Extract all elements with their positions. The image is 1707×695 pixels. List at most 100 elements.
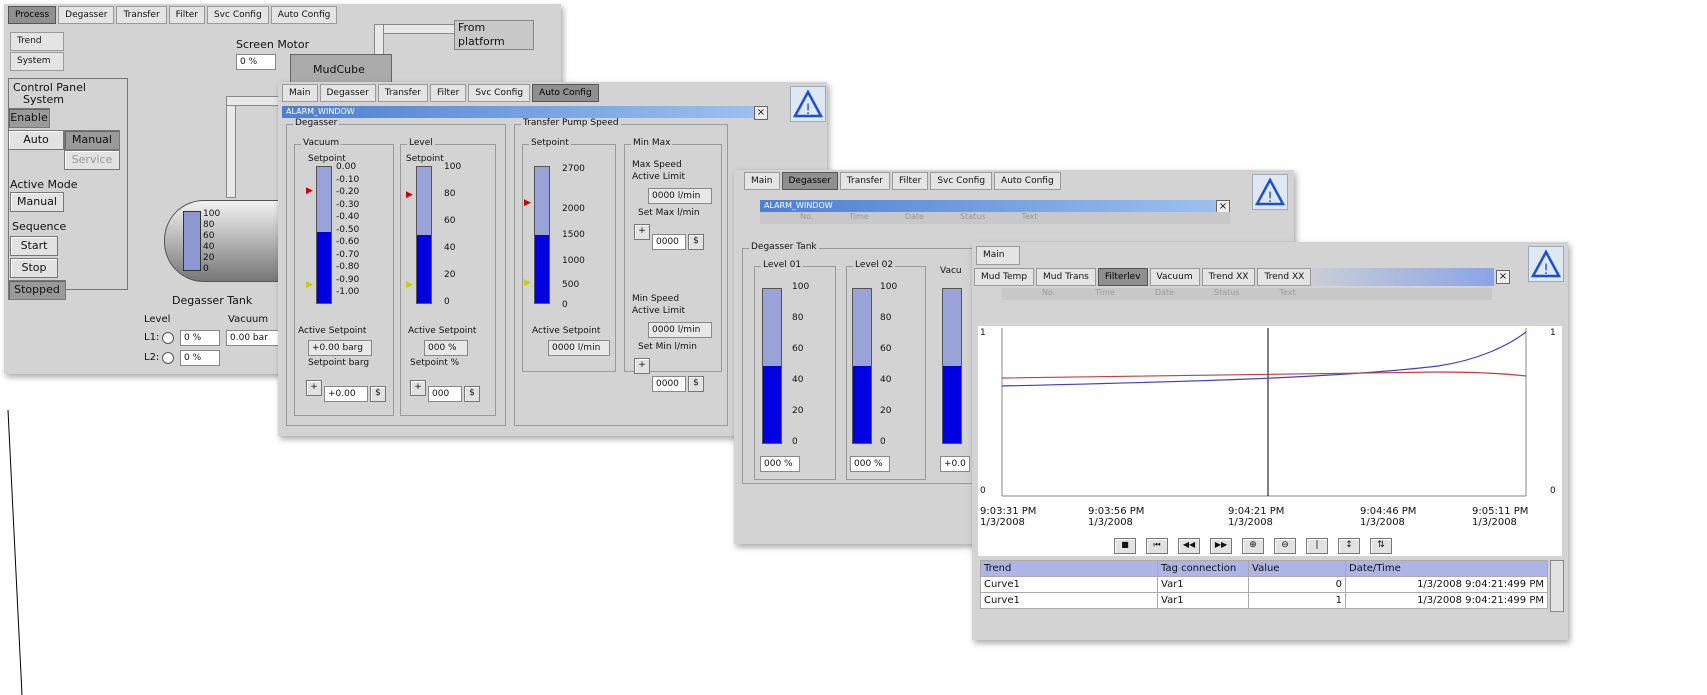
table-row[interactable]: Curve1 Var1 0 1/3/2008 9:04:21:499 PM [980,576,1548,593]
table-cell: Curve1 [980,592,1158,609]
stop-icon[interactable]: ■ [1114,538,1136,554]
tab-svc-config[interactable]: Svc Config [930,172,993,190]
vacuum-active-setpoint-label: Active Setpoint [298,326,367,336]
vacuum-marker-icon: ▶ [306,186,313,196]
start-button[interactable]: Start [10,236,58,256]
close-icon[interactable]: × [1496,270,1510,284]
tab-degasser[interactable]: Degasser [781,172,838,190]
alarm-window-banner: ALARM_WINDOW [760,200,1218,212]
level-unit-button[interactable]: $ [464,386,480,402]
level-active-setpoint-label: Active Setpoint [408,326,477,336]
service-button[interactable]: Service [64,150,120,170]
vacuum-label: Vacuum [228,314,269,325]
zoom-in-icon[interactable]: ⊕ [1242,538,1264,554]
table-cell: Var1 [1157,592,1249,609]
tab-filterlev[interactable]: Filterlev [1097,268,1148,286]
warning-icon[interactable]: ! [790,86,826,122]
tab-main[interactable]: Main [282,84,318,102]
curve-red-line [1001,371,1527,379]
vacuum-setpoint-input[interactable]: +0.00 [324,386,368,402]
max-speed-input[interactable]: 0000 [652,234,686,250]
max-spin-up-button[interactable]: + [634,224,650,240]
forward-icon[interactable]: ▶▶ [1210,538,1232,554]
time-tick-date: 1/3/2008 [1472,517,1517,528]
vacuum-value: 0.00 bar [226,330,282,346]
tab-filter[interactable]: Filter [892,172,929,190]
zoom-out-icon[interactable]: ⊖ [1274,538,1296,554]
l2-value: 0 % [180,350,220,366]
level-setpoint-input[interactable]: 000 [428,386,462,402]
vacuum-unit-button[interactable]: $ [370,386,386,402]
enable-button[interactable]: Enable [8,108,50,128]
vacuum-partial-value: +0.0 [940,456,970,472]
tab-degasser[interactable]: Degasser [58,6,115,24]
tab-process[interactable]: Process [8,6,57,24]
max-active-limit-value: 0000 l/min [648,188,712,204]
level-group: Level [400,138,496,416]
tab-svc-config[interactable]: Svc Config [206,6,269,24]
tab-main[interactable]: Main [744,172,780,190]
max-unit-button[interactable]: $ [688,234,704,250]
min-unit-button[interactable]: $ [688,376,704,392]
vacuum-spin-up-button[interactable]: + [306,380,322,396]
table-scrollbar[interactable] [1550,560,1564,612]
time-axis: 9:03:31 PM 1/3/2008 9:03:56 PM 1/3/2008 … [978,506,1562,536]
tab-main[interactable]: Main [976,246,1020,265]
level-setpoint-label: Setpoint [406,154,444,164]
screen-motor-label: Screen Motor [236,38,310,51]
tab-mud-temp[interactable]: Mud Temp [974,268,1035,286]
tab-auto-config[interactable]: Auto Config [270,6,338,24]
auto-button[interactable]: Auto [8,130,64,150]
vacuum-tick: -0.20 [336,187,360,197]
table-header: Value [1248,560,1346,577]
pipe-top [374,24,456,34]
tab-filter[interactable]: Filter [168,6,205,24]
table-row[interactable]: Curve1 Var1 1 1/3/2008 9:04:21:499 PM [980,592,1548,609]
tab-vacuum[interactable]: Vacuum [1149,268,1200,286]
tab-degasser[interactable]: Degasser [319,84,376,102]
vacuum-tick: -0.30 [336,199,360,210]
vacuum-partial-title: Vacu [940,266,962,276]
manual-button[interactable]: Manual [64,130,120,150]
table-header-row: Trend Tag connection Value Date/Time [980,560,1548,577]
tab-trend-xx[interactable]: Trend XX [1257,268,1312,286]
axis-icon[interactable]: ⇅ [1370,538,1392,554]
close-icon[interactable]: × [754,106,768,120]
tab-auto-config[interactable]: Auto Config [532,84,599,102]
tab-svc-config[interactable]: Svc Config [468,84,531,102]
rewind-icon[interactable]: ◀◀ [1178,538,1200,554]
table-cell: 0 [1248,576,1346,593]
setpoint-tabbar: Main Degasser Transfer Filter Svc Config… [278,82,827,104]
min-active-limit-value: 0000 l/min [648,322,712,338]
time-tick-time: 9:04:21 PM [1228,506,1285,517]
cursor-icon[interactable]: ↕ [1338,538,1360,554]
level-spin-up-button[interactable]: + [410,380,426,396]
tab-mud-trans[interactable]: Mud Trans [1036,268,1096,286]
tab-auto-config[interactable]: Auto Config [994,172,1061,190]
tank-scale-tick: 0 [203,264,209,274]
tab-trend[interactable]: Trend [10,32,64,51]
tab-trend-xx[interactable]: Trend XX [1201,268,1256,286]
min-spin-up-button[interactable]: + [634,358,650,374]
tab-system[interactable]: System [10,52,64,71]
tank-scale-tick: 80 [203,220,215,230]
ruler-icon[interactable]: | [1306,538,1328,554]
level-active-setpoint-value: 000 % [424,340,468,356]
tab-filter[interactable]: Filter [430,84,467,102]
start-icon[interactable]: ⏮ [1146,538,1168,554]
tab-transfer[interactable]: Transfer [839,172,891,190]
level01-tick: 0 [792,437,798,447]
tab-transfer[interactable]: Transfer [116,6,167,24]
warning-icon[interactable]: ! [1252,174,1288,210]
vacuum-low-marker-icon: ▶ [306,280,313,290]
alarm-col: Text [1021,212,1038,221]
min-speed-input[interactable]: 0000 [652,376,686,392]
stop-button[interactable]: Stop [10,258,58,278]
tab-transfer[interactable]: Transfer [377,84,429,102]
vacuum-tick: -0.60 [336,237,360,247]
from-platform-label: From platform [454,20,534,50]
rpm-low-marker-icon: ▶ [524,278,531,288]
level01-value: 000 % [760,456,800,472]
degasser-tank-label: Degasser Tank [172,294,253,307]
warning-icon[interactable]: ! [1528,246,1564,282]
